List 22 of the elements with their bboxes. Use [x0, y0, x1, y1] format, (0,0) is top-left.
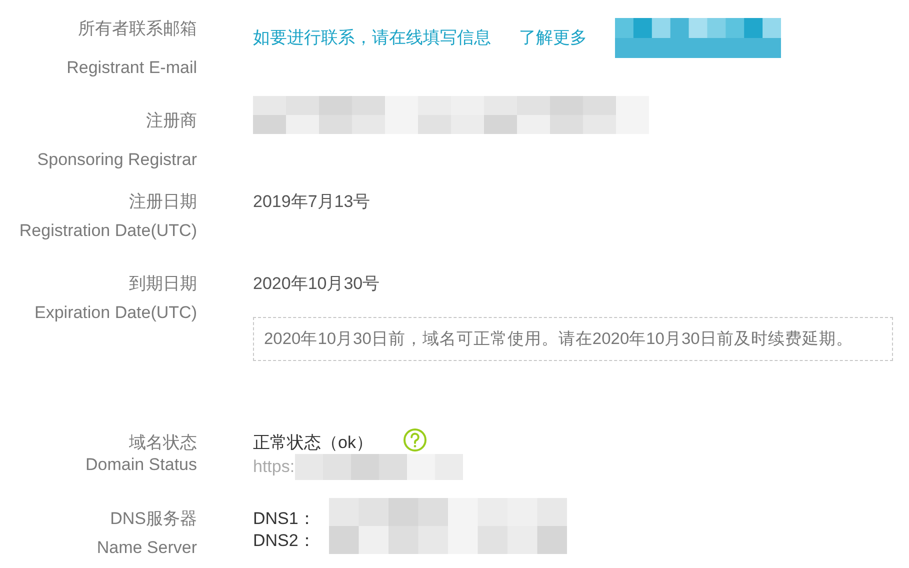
learn-more-link[interactable]: 了解更多 — [519, 27, 587, 49]
field-label-chinese: 所有者联系邮箱 — [78, 18, 197, 40]
url-prefix: https: — [253, 456, 295, 478]
dns-label: DNS2： — [253, 530, 316, 552]
date-value: 2020年10月30号 — [253, 273, 381, 295]
field-label-english: Registrant E-mail — [66, 57, 197, 79]
date-value: 2019年7月13号 — [253, 191, 372, 213]
field-label-chinese: DNS服务器 — [110, 508, 197, 530]
field-label-english: Name Server — [96, 537, 197, 559]
expiry-note: 2020年10月30日前，域名可正常使用。请在2020年10月30日前及时续费延期。 — [253, 317, 893, 361]
field-label-english: Domain Status — [86, 454, 197, 476]
field-label-chinese: 域名状态 — [129, 432, 197, 454]
field-label-chinese: 到期日期 — [129, 273, 197, 295]
field-label-chinese: 注册商 — [146, 110, 197, 132]
dns-label: DNS1： — [253, 508, 316, 530]
field-label-english: Sponsoring Registrar — [37, 149, 197, 171]
help-icon[interactable] — [402, 428, 427, 452]
field-label-english: Expiration Date(UTC) — [34, 302, 197, 324]
field-label-english: Registration Date(UTC) — [19, 220, 197, 242]
status-value: 正常状态（ok） — [253, 432, 373, 454]
field-label-chinese: 注册日期 — [129, 191, 197, 213]
contact-hint: 如要进行联系，请在线填写信息 — [253, 27, 491, 49]
